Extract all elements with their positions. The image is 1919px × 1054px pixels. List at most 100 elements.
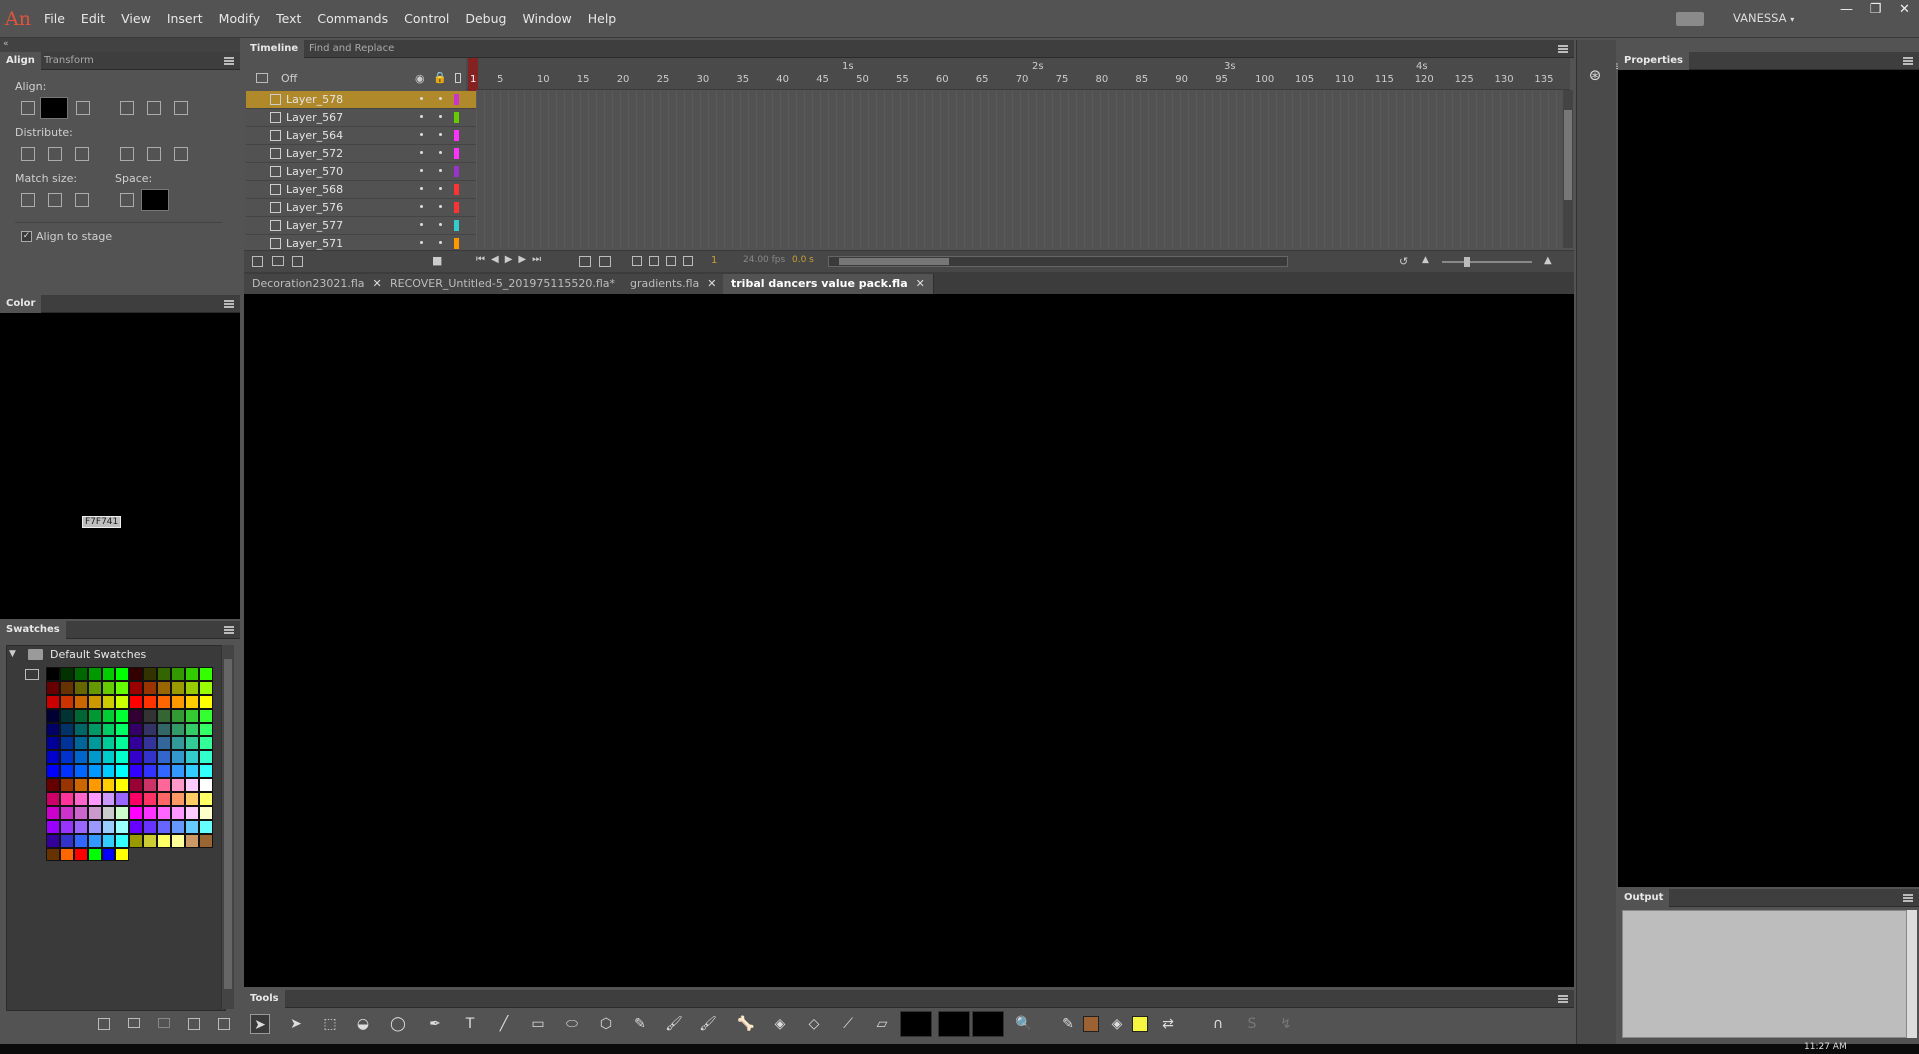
rectangle-tool-icon[interactable]: ▭ bbox=[528, 1014, 548, 1034]
color-swatch[interactable] bbox=[115, 833, 130, 848]
color-swatch[interactable] bbox=[46, 764, 60, 779]
panel-menu-icon[interactable] bbox=[1558, 45, 1568, 53]
color-swatch[interactable] bbox=[46, 805, 60, 820]
color-swatch[interactable] bbox=[115, 750, 130, 765]
timeline-hscroll[interactable] bbox=[828, 256, 1288, 267]
loop-icon[interactable] bbox=[579, 256, 591, 267]
zoom-out-small-icon[interactable]: ▲ bbox=[1422, 255, 1429, 265]
color-swatch[interactable] bbox=[198, 833, 213, 848]
time-readout[interactable]: 0.0 s bbox=[792, 255, 814, 265]
match-width-height-icon[interactable] bbox=[75, 193, 89, 207]
color-swatch[interactable] bbox=[87, 778, 102, 793]
selection-tool-icon[interactable]: ➤ bbox=[250, 1014, 270, 1034]
color-swatch[interactable] bbox=[73, 694, 88, 709]
expand-triangle-icon[interactable]: ▼ bbox=[9, 649, 16, 659]
layer-name[interactable]: Layer_572 bbox=[286, 147, 343, 160]
color-swatch[interactable] bbox=[46, 778, 60, 793]
close-tab-icon[interactable]: ✕ bbox=[707, 277, 716, 290]
color-swatch[interactable] bbox=[73, 750, 88, 765]
color-swatch[interactable] bbox=[198, 708, 213, 723]
free-transform-tool-icon[interactable]: ⬚ bbox=[320, 1014, 340, 1034]
color-swatch[interactable] bbox=[59, 847, 74, 862]
distribute-top-icon[interactable] bbox=[21, 147, 35, 161]
color-swatch[interactable] bbox=[143, 708, 158, 723]
color-swatch[interactable] bbox=[171, 694, 185, 709]
color-swatch[interactable] bbox=[143, 792, 158, 806]
color-swatch[interactable] bbox=[73, 708, 88, 723]
layer-color-indicator[interactable] bbox=[454, 130, 459, 141]
color-swatch[interactable] bbox=[129, 805, 144, 820]
color-swatch[interactable] bbox=[46, 750, 60, 765]
color-swatch[interactable] bbox=[115, 819, 130, 834]
fill-color-bucket-icon[interactable]: ◈ bbox=[1107, 1014, 1127, 1034]
color-swatch[interactable] bbox=[129, 680, 144, 695]
new-layer-icon[interactable] bbox=[252, 256, 263, 267]
color-swatch[interactable] bbox=[184, 736, 199, 751]
stroke-color-pencil-icon[interactable]: ✎ bbox=[1058, 1014, 1078, 1034]
menu-modify[interactable]: Modify bbox=[211, 0, 268, 38]
menu-help[interactable]: Help bbox=[580, 0, 625, 38]
fill-color-swatch[interactable] bbox=[1132, 1016, 1148, 1032]
color-swatch[interactable] bbox=[73, 736, 88, 751]
menu-edit[interactable]: Edit bbox=[73, 0, 113, 38]
color-swatch[interactable] bbox=[157, 764, 172, 779]
layer-name[interactable]: Layer_578 bbox=[286, 93, 343, 106]
color-swatch[interactable] bbox=[157, 805, 172, 820]
import-swatches-icon[interactable] bbox=[158, 1018, 170, 1028]
color-swatch[interactable] bbox=[171, 667, 185, 681]
layer-color-indicator[interactable] bbox=[454, 166, 459, 177]
color-swatch[interactable] bbox=[157, 708, 172, 723]
color-swatch[interactable] bbox=[198, 680, 213, 695]
lock-dot[interactable] bbox=[439, 115, 442, 118]
color-swatch[interactable] bbox=[129, 833, 144, 848]
swatches-scrollbar[interactable] bbox=[221, 645, 234, 1009]
color-swatch[interactable] bbox=[101, 764, 116, 779]
color-swatch[interactable] bbox=[129, 750, 144, 765]
visibility-dot[interactable] bbox=[420, 187, 423, 190]
space-evenly-vertical-icon[interactable] bbox=[120, 193, 134, 207]
layer-name[interactable]: Layer_577 bbox=[286, 219, 343, 232]
color-swatch[interactable] bbox=[184, 833, 199, 848]
layer-name[interactable]: Layer_570 bbox=[286, 165, 343, 178]
color-swatch[interactable] bbox=[73, 778, 88, 793]
color-swatch[interactable] bbox=[171, 805, 185, 820]
distribute-right-icon[interactable] bbox=[174, 147, 188, 161]
color-swatch[interactable] bbox=[59, 694, 74, 709]
color-swatch[interactable] bbox=[198, 792, 213, 806]
color-swatch[interactable] bbox=[129, 722, 144, 737]
color-swatch[interactable] bbox=[87, 708, 102, 723]
pen-tool-icon[interactable]: ✒ bbox=[425, 1014, 445, 1034]
layer-name[interactable]: Layer_576 bbox=[286, 201, 343, 214]
layer-color-indicator[interactable] bbox=[454, 238, 459, 249]
color-swatch[interactable] bbox=[157, 722, 172, 737]
color-swatch[interactable] bbox=[87, 819, 102, 834]
color-swatch[interactable] bbox=[115, 847, 130, 862]
color-swatch[interactable] bbox=[184, 708, 199, 723]
menu-text[interactable]: Text bbox=[268, 0, 309, 38]
tab-properties[interactable]: Properties bbox=[1618, 52, 1689, 70]
layer-color-indicator[interactable] bbox=[454, 94, 459, 105]
color-swatch[interactable] bbox=[143, 778, 158, 793]
layer-name[interactable]: Layer_564 bbox=[286, 129, 343, 142]
color-swatch[interactable] bbox=[59, 792, 74, 806]
layer-name[interactable]: Layer_571 bbox=[286, 237, 343, 250]
color-swatch[interactable] bbox=[184, 694, 199, 709]
tab-color[interactable]: Color bbox=[0, 295, 42, 313]
close-button[interactable]: ✕ bbox=[1890, 0, 1919, 20]
color-swatch[interactable] bbox=[198, 694, 213, 709]
lock-dot[interactable] bbox=[439, 241, 442, 244]
layer-view-off-label[interactable]: Off bbox=[281, 72, 297, 85]
onion-outlines-icon[interactable] bbox=[649, 256, 659, 266]
color-swatch[interactable] bbox=[73, 833, 88, 848]
stage-view-swatch-1[interactable] bbox=[938, 1011, 970, 1037]
visibility-dot[interactable] bbox=[420, 241, 423, 244]
hand-tool-swatch[interactable] bbox=[900, 1011, 932, 1037]
color-swatch[interactable] bbox=[143, 819, 158, 834]
tab-output[interactable]: Output bbox=[1618, 889, 1670, 907]
3d-rotation-tool-icon[interactable]: ◒ bbox=[353, 1014, 373, 1034]
color-swatch[interactable] bbox=[101, 847, 116, 862]
color-swatch[interactable] bbox=[115, 792, 130, 806]
text-tool-icon[interactable]: T bbox=[460, 1014, 480, 1034]
swap-colors-icon[interactable]: ⇄ bbox=[1158, 1014, 1178, 1034]
color-swatch[interactable] bbox=[87, 680, 102, 695]
